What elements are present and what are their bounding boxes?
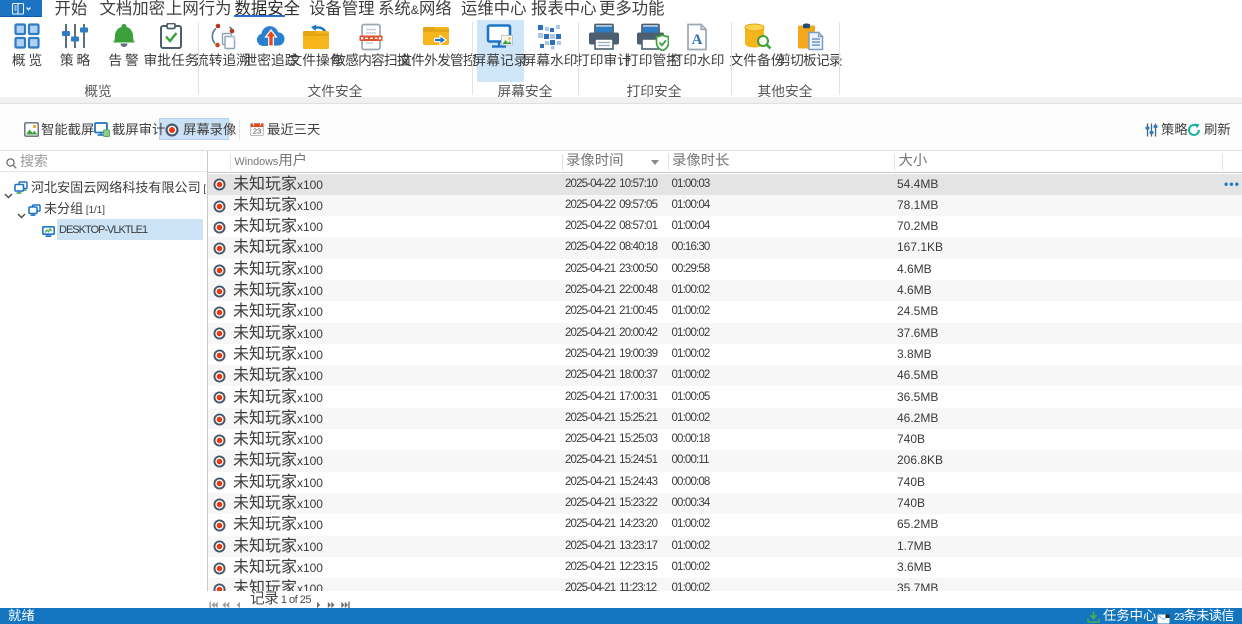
svg-text:A: A [692,32,703,48]
svg-text:23: 23 [253,127,261,136]
